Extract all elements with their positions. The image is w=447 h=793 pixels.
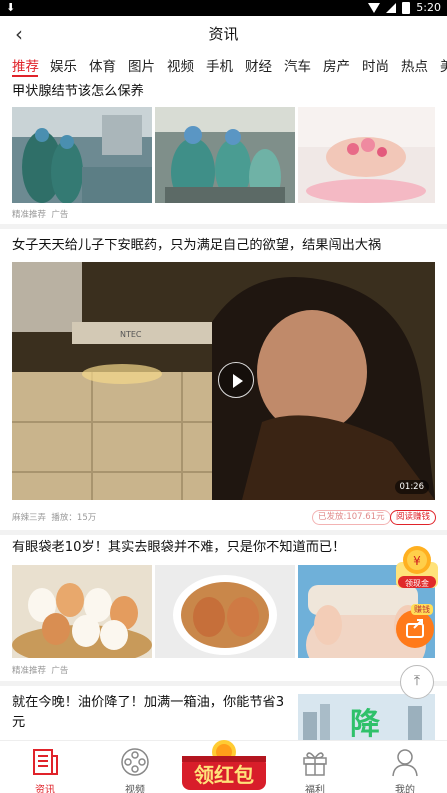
meta-source: 精准推荐 (12, 666, 47, 676)
tab-beauty[interactable]: 美 (440, 55, 447, 75)
person-icon (392, 749, 418, 777)
active-tab-indicator (12, 75, 38, 77)
nav-video[interactable]: 视频 (95, 741, 175, 793)
eggs-basket-image[interactable] (12, 565, 152, 658)
status-bar: ⬇ 5:20 (0, 0, 447, 16)
video-duration: 01:26 (394, 480, 429, 494)
news-icon (33, 749, 58, 775)
tab-recommend[interactable]: 推荐 (12, 55, 39, 75)
tab-hot[interactable]: 热点 (401, 55, 428, 75)
cash-reward-label: 领现金 (405, 578, 429, 588)
operating-room-image[interactable] (155, 107, 295, 203)
tab-phones[interactable]: 手机 (206, 55, 233, 75)
scroll-to-top-button[interactable]: ⤒ (400, 665, 434, 699)
tab-entertainment[interactable]: 娱乐 (50, 55, 77, 75)
read-earn-button[interactable]: 阅读赚钱 (390, 510, 437, 525)
video-source: 麻辣三弄 (12, 513, 47, 523)
divider (0, 224, 447, 229)
cash-reward-button[interactable]: ¥ 领现金 (394, 544, 440, 590)
video-watermark: NTEC (120, 330, 142, 339)
nav-news[interactable]: 资讯 (5, 741, 85, 793)
nav-profile[interactable]: 我的 (365, 741, 445, 793)
nav-welfare[interactable]: 福利 (275, 741, 355, 793)
signal-icon (386, 2, 397, 13)
share-icon (406, 619, 424, 638)
feed-item-meta: 精准推荐 广告 (12, 208, 68, 220)
divider (0, 530, 447, 535)
video-plays: 播放：15万 (51, 513, 97, 523)
nav-profile-label: 我的 (395, 785, 415, 793)
nav-news-label: 资讯 (35, 785, 55, 793)
feed-item-title[interactable]: 甲状腺结节该怎么保养 (12, 82, 144, 102)
status-time: 5:20 (416, 1, 441, 14)
coin-icon: ¥ (413, 554, 421, 568)
feed-item-meta: 精准推荐 广告 (12, 664, 68, 676)
tab-realestate[interactable]: 房产 (323, 55, 350, 75)
app-header: ‹ 资讯 (0, 16, 447, 52)
eggs-bowl-image[interactable] (155, 565, 295, 658)
video-player[interactable]: NTEC 01:26 (12, 262, 435, 500)
share-earn-tag: 赚钱 (411, 604, 433, 615)
ad-label: 广告 (51, 210, 69, 220)
page-title: 资讯 (208, 25, 239, 43)
share-earn-button[interactable]: 赚钱 (396, 604, 434, 648)
film-reel-icon (121, 748, 149, 776)
gift-icon (303, 752, 327, 776)
battery-icon (402, 1, 411, 14)
play-button[interactable] (218, 362, 254, 398)
paid-amount-badge: 已发放:107.61元 (312, 510, 391, 525)
nav-video-label: 视频 (125, 785, 145, 793)
feed-item-title[interactable]: 就在今晚！油价降了！加满一箱油，你能节省3元 (12, 693, 292, 733)
category-tabs: 推荐 娱乐 体育 图片 视频 手机 财经 汽车 房产 时尚 热点 美 (0, 52, 447, 78)
download-icon: ⬇ (6, 1, 16, 14)
divider (0, 681, 447, 686)
feed-item-title[interactable]: 有眼袋老10岁！其实去眼袋并不难，只是你不知道而已！ (12, 538, 345, 558)
red-packet-label: 领红包 (194, 763, 254, 787)
video-title[interactable]: 女子天天给儿子下安眠药，只为满足自己的欲望，结果闯出大祸 (12, 236, 437, 256)
oil-price-image[interactable]: 降 (298, 694, 435, 740)
red-packet-button[interactable]: 领红包 (178, 738, 270, 793)
hands-petals-image[interactable] (298, 107, 435, 203)
ad-label: 广告 (51, 666, 69, 676)
tab-pictures[interactable]: 图片 (128, 55, 155, 75)
tab-fashion[interactable]: 时尚 (362, 55, 389, 75)
tab-video[interactable]: 视频 (167, 55, 194, 75)
tab-finance[interactable]: 财经 (245, 55, 272, 75)
video-meta: 麻辣三弄 播放：15万 (12, 511, 96, 523)
surgery-image[interactable] (12, 107, 152, 203)
oil-price-image-text: 降 (350, 707, 381, 740)
nav-welfare-label: 福利 (305, 785, 325, 793)
tab-sports[interactable]: 体育 (89, 55, 116, 75)
meta-source: 精准推荐 (12, 210, 47, 220)
wifi-icon (368, 2, 381, 13)
tab-cars[interactable]: 汽车 (284, 55, 311, 75)
